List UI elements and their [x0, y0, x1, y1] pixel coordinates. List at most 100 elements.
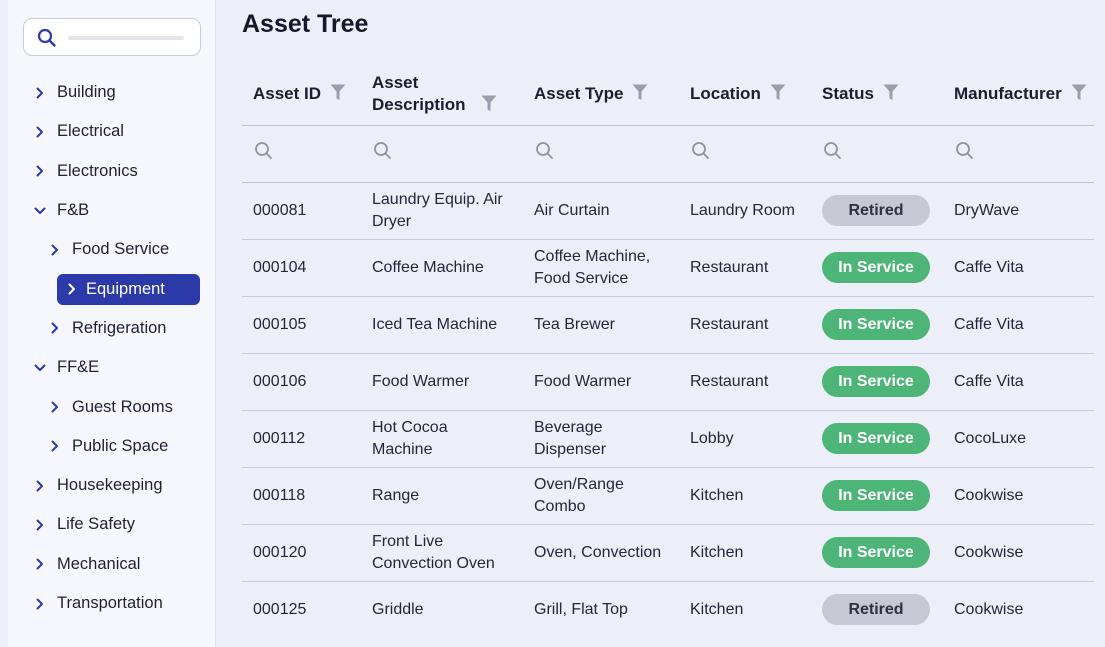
tree-item-label: Public Space	[72, 436, 169, 455]
table-row[interactable]: 000105 Iced Tea Machine Tea Brewer Restaura…	[242, 296, 1094, 354]
column-header-asset-type[interactable]: Asset Type	[523, 57, 679, 126]
cell-text: Kitchen	[690, 543, 744, 561]
column-filter-asset-description[interactable]	[361, 125, 523, 183]
cell-text: 000118	[253, 486, 306, 504]
column-header-label: Asset Type	[534, 83, 624, 103]
tree-item-fandb[interactable]: F&B	[8, 191, 216, 230]
column-filter-asset-id[interactable]	[242, 125, 361, 183]
tree-item-electrical[interactable]: Electrical	[8, 112, 216, 151]
cell-id: 000112	[242, 410, 361, 468]
chevron-down-icon[interactable]	[31, 202, 49, 220]
chevron-right-icon[interactable]	[63, 280, 81, 298]
table-row[interactable]: 000120 Front Live Convection Oven Oven, Co…	[242, 524, 1094, 582]
asset-category-tree: Building Electrical Electronics F&B Food Ser…	[8, 73, 216, 623]
column-filter-manufacturer[interactable]	[943, 125, 1094, 183]
column-header-location[interactable]: Location	[679, 57, 811, 126]
chevron-right-icon[interactable]	[46, 398, 64, 416]
column-header-manufacturer[interactable]: Manufacturer	[943, 57, 1094, 126]
filter-icon[interactable]	[883, 84, 899, 101]
search-icon[interactable]	[373, 142, 393, 165]
cell-text: Front Live Convection Oven	[372, 532, 495, 572]
column-filter-status[interactable]	[811, 125, 943, 183]
filter-icon[interactable]	[481, 95, 497, 112]
chevron-right-icon[interactable]	[46, 241, 64, 259]
tree-item-label: Equipment	[86, 279, 165, 298]
tree-item-life-safety[interactable]: Life Safety	[8, 505, 216, 544]
filter-icon[interactable]	[632, 84, 648, 101]
search-icon[interactable]	[691, 142, 711, 165]
column-filter-location[interactable]	[679, 125, 811, 183]
chevron-down-icon[interactable]	[31, 359, 49, 377]
tree-item-housekeeping[interactable]: Housekeeping	[8, 466, 216, 505]
table-row[interactable]: 000104 Coffee Machine Coffee Machine, Food…	[242, 239, 1094, 297]
search-icon[interactable]	[955, 142, 975, 165]
tree-item-public-space[interactable]: Public Space	[8, 427, 216, 466]
tree-item-building[interactable]: Building	[8, 73, 216, 112]
tree-item-ffande[interactable]: FF&E	[8, 348, 216, 387]
cell-status: In Service	[811, 353, 943, 411]
chevron-right-icon[interactable]	[31, 555, 49, 573]
cell-description: Hot Cocoa Machine	[361, 410, 523, 468]
tree-item-label: Life Safety	[57, 515, 135, 534]
cell-text: 000125	[253, 600, 307, 618]
chevron-right-icon[interactable]	[31, 123, 49, 141]
chevron-right-icon[interactable]	[46, 319, 64, 337]
chevron-right-icon[interactable]	[31, 516, 49, 534]
filter-icon[interactable]	[770, 84, 786, 101]
cell-text: Kitchen	[690, 486, 744, 504]
tree-item-label: Transportation	[57, 594, 163, 612]
cell-location: Kitchen	[679, 581, 811, 638]
tree-item-label: FF&E	[57, 358, 100, 377]
filter-icon[interactable]	[330, 84, 346, 101]
table-row[interactable]: 000106 Food Warmer Food Warmer Restaurant In…	[242, 353, 1094, 411]
tree-item-mechanical[interactable]: Mechanical	[8, 545, 216, 584]
cell-status: In Service	[811, 296, 943, 354]
sidebar-search-input[interactable]	[23, 18, 201, 56]
tree-item-refrigeration[interactable]: Refrigeration	[8, 309, 216, 348]
table-row[interactable]: 000118 Range Oven/Range Combo Kitchen In Ser…	[242, 467, 1094, 525]
table-row[interactable]: 000081 Laundry Equip. Air Dryer Air Curtai…	[242, 182, 1094, 240]
column-filter-asset-type[interactable]	[523, 125, 679, 183]
cell-description: Iced Tea Machine	[361, 296, 523, 354]
table-row[interactable]: 000125 Griddle Grill, Flat Top Kitchen Retir…	[242, 581, 1094, 638]
cell-text: Beverage Dispenser	[534, 418, 607, 458]
asset-table: Asset ID Asset Description Asset Type Locat…	[242, 57, 1094, 638]
tree-item-label: Electronics	[57, 161, 138, 180]
cell-description: Griddle	[361, 581, 523, 638]
active-selection-highlight[interactable]: Equipment	[57, 273, 200, 305]
search-icon[interactable]	[823, 142, 843, 165]
tree-item-guest-rooms[interactable]: Guest Rooms	[8, 387, 216, 426]
cell-text: 000104	[253, 258, 307, 276]
cell-manufacturer: Caffe Vita	[943, 353, 1094, 411]
cell-location: Lobby	[679, 410, 811, 468]
cell-location: Restaurant	[679, 353, 811, 411]
search-icon[interactable]	[535, 142, 555, 165]
cell-text: Air Curtain	[534, 201, 610, 219]
chevron-right-icon[interactable]	[31, 162, 49, 180]
column-header-asset-description[interactable]: Asset Description	[361, 57, 523, 126]
cell-id: 000120	[242, 524, 361, 582]
cell-manufacturer: Cookwise	[943, 581, 1094, 638]
cell-text: Lobby	[690, 429, 734, 447]
cell-text: 000105	[253, 315, 307, 333]
tree-item-food-service[interactable]: Food Service	[8, 230, 216, 269]
search-icon[interactable]	[254, 142, 274, 165]
chevron-right-icon[interactable]	[31, 84, 49, 102]
cell-text: Cookwise	[954, 486, 1024, 504]
table-row[interactable]: 000112 Hot Cocoa Machine Beverage Dispense…	[242, 410, 1094, 468]
chevron-right-icon[interactable]	[31, 595, 49, 613]
cell-text: Restaurant	[690, 258, 769, 276]
column-header-status[interactable]: Status	[811, 57, 943, 126]
column-header-asset-id[interactable]: Asset ID	[242, 57, 361, 126]
tree-item-transportation[interactable]: Transportation	[8, 584, 216, 623]
chevron-right-icon[interactable]	[31, 477, 49, 495]
tree-item-equipment[interactable]: Equipment	[8, 269, 216, 308]
tree-item-electronics[interactable]: Electronics	[8, 152, 216, 191]
chevron-right-icon[interactable]	[46, 437, 64, 455]
cell-text: Food Warmer	[534, 372, 632, 390]
status-badge: In Service	[822, 480, 930, 511]
tree-item-label: Guest Rooms	[72, 397, 173, 416]
cell-text: Restaurant	[690, 372, 769, 390]
cell-text: Oven/Range Combo	[534, 475, 624, 515]
filter-icon[interactable]	[1071, 84, 1087, 101]
